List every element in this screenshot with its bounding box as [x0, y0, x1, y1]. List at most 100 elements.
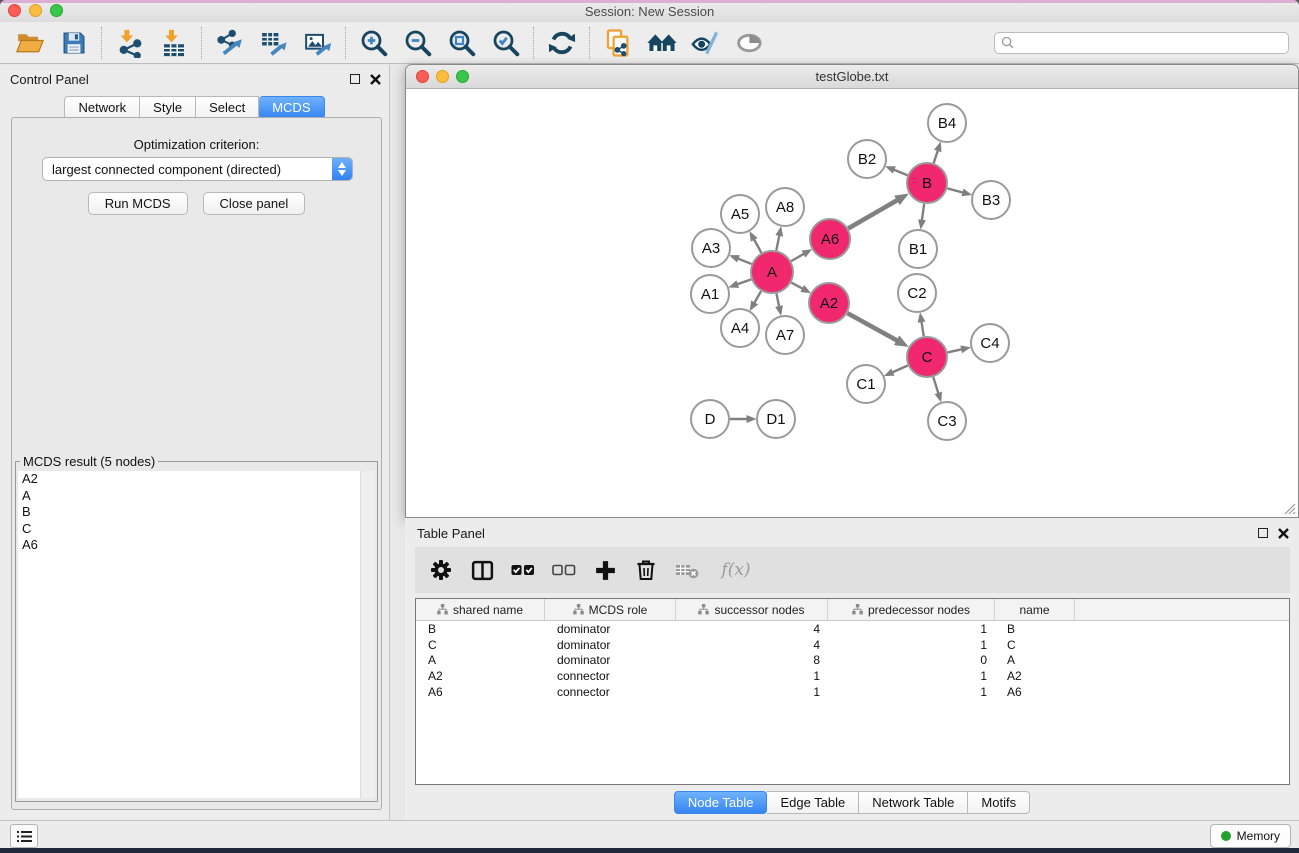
- graph-node-A6[interactable]: A6: [810, 219, 850, 259]
- graph-node-B4[interactable]: B4: [928, 104, 966, 142]
- table-row[interactable]: A6connector11A6: [416, 684, 1289, 700]
- graph-node-A2[interactable]: A2: [809, 283, 849, 323]
- delete-table-button[interactable]: [673, 555, 701, 585]
- graph-edge-C-C1[interactable]: [893, 365, 908, 372]
- graph-node-A7[interactable]: A7: [766, 316, 804, 354]
- mcds-result-item[interactable]: A2: [18, 471, 375, 488]
- resize-grip-icon[interactable]: [1282, 501, 1296, 515]
- graph-edge-A-A6[interactable]: [791, 254, 804, 261]
- refresh-button[interactable]: [540, 24, 584, 62]
- graph-node-C[interactable]: C: [907, 337, 947, 377]
- tab-network[interactable]: Network: [64, 96, 140, 119]
- graph-node-B3[interactable]: B3: [972, 181, 1010, 219]
- graph-edge-A-A8[interactable]: [776, 235, 779, 250]
- table-cell[interactable]: B: [995, 621, 1075, 637]
- zoom-out-button[interactable]: [396, 24, 440, 62]
- open-session-button[interactable]: [8, 24, 52, 62]
- minimize-window-button[interactable]: [29, 4, 42, 17]
- table-row[interactable]: Adominator80A: [416, 652, 1289, 668]
- graph-node-A5[interactable]: A5: [721, 195, 759, 233]
- zoom-selected-button[interactable]: [484, 24, 528, 62]
- table-settings-button[interactable]: [427, 555, 455, 585]
- float-panel-icon[interactable]: [350, 74, 360, 84]
- table-cell[interactable]: 1: [828, 637, 995, 653]
- table-cell[interactable]: C: [995, 637, 1075, 653]
- table-cell[interactable]: 1: [676, 684, 828, 700]
- close-panel-icon[interactable]: [370, 74, 381, 85]
- select-all-button[interactable]: [509, 555, 537, 585]
- graph-node-A4[interactable]: A4: [721, 309, 759, 347]
- network-zoom-button[interactable]: [456, 70, 469, 83]
- criterion-select[interactable]: largest connected component (directed): [42, 157, 353, 181]
- export-network-button[interactable]: [208, 24, 252, 62]
- table-cell[interactable]: dominator: [545, 637, 676, 653]
- table-cell[interactable]: 4: [676, 637, 828, 653]
- table-cell[interactable]: A6: [416, 684, 545, 700]
- graph-node-B1[interactable]: B1: [899, 230, 937, 268]
- task-history-button[interactable]: [10, 824, 38, 848]
- graph-node-C3[interactable]: C3: [928, 402, 966, 440]
- network-canvas[interactable]: AA1A2A3A4A5A6A7A8BB1B2B3B4CC1C2C3C4DD1: [406, 89, 1298, 517]
- save-session-button[interactable]: [52, 24, 96, 62]
- graph-edge-C-C2[interactable]: [921, 322, 923, 337]
- table-cell[interactable]: A: [416, 652, 545, 668]
- table-cell[interactable]: 1: [676, 668, 828, 684]
- tab-edge-table[interactable]: Edge Table: [767, 791, 859, 814]
- export-table-button[interactable]: [252, 24, 296, 62]
- import-table-button[interactable]: [152, 24, 196, 62]
- table-cell[interactable]: A2: [416, 668, 545, 684]
- table-cell[interactable]: A: [995, 652, 1075, 668]
- tab-node-table[interactable]: Node Table: [674, 791, 768, 814]
- network-window-titlebar[interactable]: testGlobe.txt: [406, 65, 1298, 89]
- graph-edge-C-C4[interactable]: [947, 349, 961, 352]
- table-cell[interactable]: 4: [676, 621, 828, 637]
- graph-edge-A6-B[interactable]: [848, 200, 897, 229]
- network-close-button[interactable]: [416, 70, 429, 83]
- network-minimize-button[interactable]: [436, 70, 449, 83]
- graph-node-C2[interactable]: C2: [898, 274, 936, 312]
- graph-edge-A-A2[interactable]: [791, 283, 802, 289]
- graph-node-C1[interactable]: C1: [847, 365, 885, 403]
- table-row[interactable]: Bdominator41B: [416, 621, 1289, 637]
- close-window-button[interactable]: [8, 4, 21, 17]
- graph-edge-B-B2[interactable]: [894, 170, 908, 175]
- table-cell[interactable]: 1: [828, 684, 995, 700]
- graph-edge-B-B3[interactable]: [947, 188, 963, 192]
- show-column-button[interactable]: [468, 555, 496, 585]
- close-panel-button[interactable]: Close panel: [203, 192, 306, 215]
- mcds-result-item[interactable]: C: [18, 521, 375, 538]
- graph-node-C4[interactable]: C4: [971, 324, 1009, 362]
- table-row[interactable]: A2connector11A2: [416, 668, 1289, 684]
- search-input[interactable]: [994, 32, 1289, 54]
- graph-node-A1[interactable]: A1: [691, 275, 729, 313]
- graph-edge-A2-C[interactable]: [847, 313, 897, 340]
- graph-node-D1[interactable]: D1: [757, 400, 795, 438]
- deselect-all-button[interactable]: [550, 555, 578, 585]
- add-row-button[interactable]: [591, 555, 619, 585]
- table-cell[interactable]: C: [416, 637, 545, 653]
- mcds-result-item[interactable]: A6: [18, 537, 375, 554]
- table-cell[interactable]: 1: [828, 668, 995, 684]
- graph-edge-A-A5[interactable]: [754, 239, 761, 252]
- import-network-button[interactable]: [108, 24, 152, 62]
- table-cell[interactable]: dominator: [545, 621, 676, 637]
- table-cell[interactable]: A6: [995, 684, 1075, 700]
- tab-select[interactable]: Select: [196, 96, 259, 119]
- graph-node-A8[interactable]: A8: [766, 188, 804, 226]
- graph-node-D[interactable]: D: [691, 400, 729, 438]
- tab-network-table[interactable]: Network Table: [859, 791, 968, 814]
- function-builder-button[interactable]: f(x): [714, 555, 758, 585]
- home-button[interactable]: [640, 24, 684, 62]
- table-cell[interactable]: A2: [995, 668, 1075, 684]
- memory-button[interactable]: Memory: [1210, 824, 1291, 848]
- table-cell[interactable]: 0: [828, 652, 995, 668]
- zoom-window-button[interactable]: [50, 4, 63, 17]
- hide-eye-button[interactable]: [684, 24, 728, 62]
- column-header-name[interactable]: name: [995, 599, 1075, 620]
- float-table-panel-icon[interactable]: [1258, 528, 1268, 538]
- run-mcds-button[interactable]: Run MCDS: [88, 192, 188, 215]
- graph-edge-B-B1[interactable]: [922, 204, 924, 220]
- graph-node-B2[interactable]: B2: [848, 140, 886, 178]
- graph-node-A3[interactable]: A3: [692, 229, 730, 267]
- close-table-panel-icon[interactable]: [1278, 528, 1289, 539]
